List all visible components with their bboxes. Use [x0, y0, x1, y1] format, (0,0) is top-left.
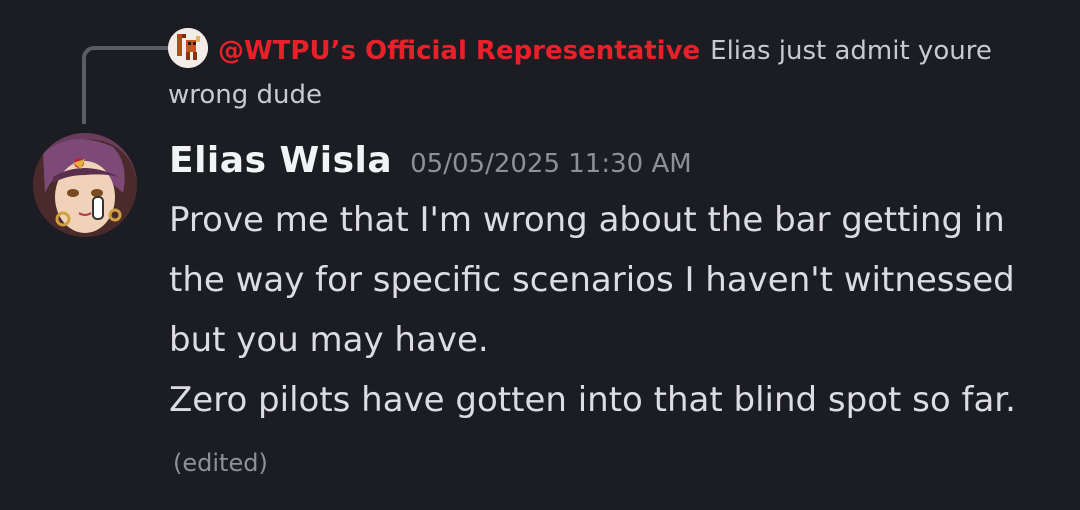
reply-preview[interactable]: @WTPU’s Official Representative Elias jus… [168, 28, 1028, 117]
message-line-text: Zero pilots have gotten into that blind … [169, 380, 1016, 420]
message-content: Prove me that I'm wrong about the bar ge… [169, 190, 1049, 493]
message-line-last: Zero pilots have gotten into that blind … [169, 370, 1049, 493]
chat-message: @WTPU’s Official Representative Elias jus… [0, 0, 1080, 510]
reply-author-avatar[interactable] [168, 28, 208, 68]
reply-author-name[interactable]: @WTPU’s Official Representative [218, 36, 700, 66]
pixel-character-icon [168, 28, 208, 68]
message-header: Elias Wisla 05/05/2025 11:30 AM [169, 140, 692, 181]
reply-connector-line [82, 46, 168, 124]
edited-label: (edited) [173, 449, 268, 477]
anime-character-icon [33, 133, 137, 237]
author-username[interactable]: Elias Wisla [169, 140, 392, 181]
message-line: Prove me that I'm wrong about the bar ge… [169, 200, 1015, 360]
author-avatar[interactable] [33, 133, 137, 237]
message-timestamp[interactable]: 05/05/2025 11:30 AM [410, 149, 692, 179]
